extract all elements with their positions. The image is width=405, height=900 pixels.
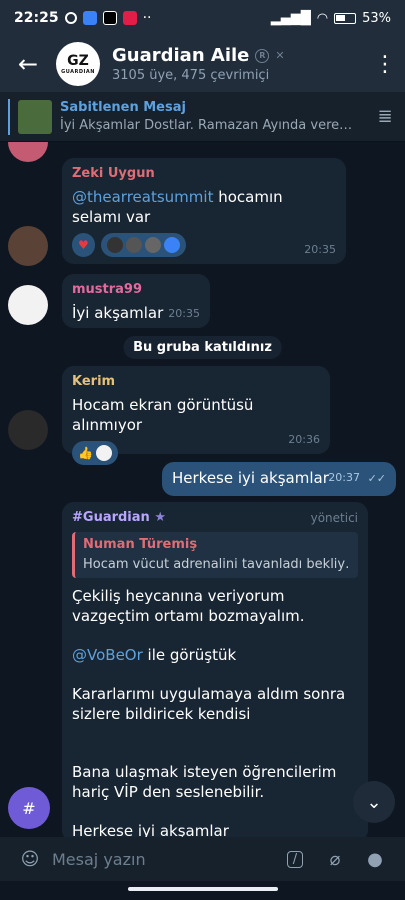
home-indicator	[0, 881, 405, 900]
emoji-button[interactable]: ☺	[10, 839, 50, 879]
message-paragraph: @VoBeOr ile görüştük	[72, 645, 358, 665]
reaction-thumbs-up[interactable]: 👍	[72, 441, 118, 465]
registered-icon: R	[255, 48, 270, 63]
back-button[interactable]: ←	[0, 36, 56, 92]
mute-icon: ✕	[275, 49, 285, 62]
reply-sender: Numan Türemiş	[83, 537, 198, 552]
avatar[interactable]	[8, 226, 48, 266]
group-subtitle: 3105 üye, 475 çevrimiçi	[112, 68, 270, 83]
pinned-text: İyi Akşamlar Dostlar. Ramazan Ayında ver…	[60, 118, 353, 133]
message-time: 20:37	[328, 471, 360, 484]
message-paragraph: Bana ulaşmak isteyen öğrencilerim hariç …	[72, 763, 337, 801]
message-bubble[interactable]: Zeki Uygun @thearreatsummit hocamın sela…	[62, 158, 346, 264]
reply-text: Hocam vücut adrenalini tavanladı bekliy…	[83, 557, 350, 572]
more-options-icon: ⋮	[374, 51, 396, 77]
reactor-avatar	[106, 237, 123, 253]
alarm-icon	[64, 12, 77, 24]
admin-badge: yönetici	[310, 511, 358, 525]
message-sender[interactable]: Kerim	[72, 372, 320, 392]
reactor-avatar	[125, 237, 142, 253]
battery-icon	[334, 12, 357, 24]
emoji-icon: ☺	[20, 848, 40, 870]
battery-percent: 53%	[362, 10, 391, 26]
avatar[interactable]	[8, 142, 48, 162]
status-bar: 22:25 ·· ▂▄▆█ ◠ 53%	[0, 0, 405, 36]
signal-icon: ▂▄▆█	[270, 10, 311, 26]
attach-button[interactable]: ⌀	[315, 839, 355, 879]
more-notifications-icon: ··	[142, 10, 152, 26]
group-avatar[interactable]: GZ GUARDIAN	[56, 42, 100, 86]
hashtag-button[interactable]: #	[8, 787, 50, 829]
back-arrow-icon: ←	[17, 50, 39, 78]
message-paragraph-text: ile görüştük	[142, 646, 237, 664]
read-checkmarks-icon: ✓✓	[367, 472, 386, 485]
pinned-message-bar[interactable]: Sabitlenen Mesaj İyi Akşamlar Dostlar. R…	[0, 92, 405, 142]
message-sender[interactable]: mustra99	[72, 280, 200, 300]
service-message: Bu gruba katıldınız	[123, 336, 282, 359]
header-info[interactable]: Guardian Aile R ✕ 3105 üye, 475 çevrimiç…	[112, 45, 365, 83]
message-time: 20:35	[168, 307, 200, 320]
pinned-title: Sabitlenen Mesaj	[60, 100, 186, 115]
reactor-avatar	[144, 237, 161, 253]
message-paragraph: Herkese iyi akşamlar	[72, 822, 229, 837]
mention-link[interactable]: @VoBeOr	[72, 646, 143, 664]
message-input-bar: ☺ / ⌀ ●	[0, 837, 405, 881]
pinned-list-icon[interactable]: ≣	[365, 106, 405, 127]
message-time: 20:35	[304, 243, 336, 256]
reactor-avatar	[163, 237, 180, 253]
hashtag-icon: #	[22, 798, 36, 818]
status-time: 22:25	[14, 10, 59, 26]
message-sender[interactable]: #Guardian ★ yönetici	[72, 508, 358, 528]
wifi-icon: ◠	[316, 10, 329, 26]
star-icon: ★	[154, 510, 166, 525]
thumbs-up-icon: 👍	[78, 446, 93, 460]
reply-preview[interactable]: Numan Türemiş Hocam vücut adrenalini tav…	[72, 532, 358, 578]
message-bubble[interactable]: mustra99 İyi akşamlar 20:35	[62, 274, 210, 328]
avatar[interactable]	[8, 410, 48, 450]
app-icon	[122, 11, 137, 25]
chat-header: ← GZ GUARDIAN Guardian Aile R ✕ 3105 üye…	[0, 36, 405, 92]
microphone-icon: ●	[367, 848, 383, 870]
chevron-down-icon: ⌄	[366, 791, 382, 813]
group-title: Guardian Aile	[112, 45, 250, 66]
pinned-indicator	[8, 98, 10, 135]
voice-button[interactable]: ●	[355, 839, 395, 879]
slash-icon: /	[286, 850, 304, 868]
paperclip-icon: ⌀	[329, 848, 341, 870]
message-paragraph: Kararlarımı uygulamaya aldım sonra sizle…	[72, 685, 346, 723]
messenger-icon	[82, 11, 97, 25]
more-options-button[interactable]: ⋮	[365, 36, 405, 92]
bot-command-button[interactable]: /	[275, 839, 315, 879]
avatar[interactable]	[8, 285, 48, 325]
message-bubble[interactable]: #Guardian ★ yönetici Numan Türemiş Hocam…	[62, 502, 368, 837]
avatar-brand: GUARDIAN	[61, 68, 95, 75]
reaction-heart[interactable]: ♥	[72, 233, 95, 257]
message-text: Hocam ekran görüntüsü alınmıyor	[72, 396, 254, 434]
message-text: @thearreatsummit hocamın selamı var	[72, 187, 336, 227]
mention-link[interactable]: @thearreatsummit	[72, 188, 213, 206]
home-bar[interactable]	[128, 887, 278, 891]
message-bubble[interactable]: Kerim Hocam ekran görüntüsü alınmıyor 👍 …	[62, 366, 330, 465]
message-list[interactable]: Zeki Uygun @thearreatsummit hocamın sela…	[0, 142, 405, 837]
x-icon	[102, 11, 117, 25]
avatar-letters: GZ	[67, 52, 89, 69]
pinned-thumbnail	[18, 99, 52, 134]
message-input[interactable]	[52, 849, 275, 869]
scroll-down-button[interactable]: ⌄	[353, 781, 395, 823]
sender-name: #Guardian	[72, 510, 150, 525]
reaction-group[interactable]	[100, 233, 186, 257]
message-text: Herkese iyi akşamlar	[172, 469, 329, 487]
outgoing-message-bubble[interactable]: Herkese iyi akşamlar 20:37 ✓✓	[162, 462, 396, 496]
heart-icon: ♥	[78, 238, 89, 252]
reactions: ♥	[72, 233, 336, 257]
message-sender[interactable]: Zeki Uygun	[72, 164, 336, 184]
reactor-avatar	[95, 445, 112, 461]
message-time: 20:36	[288, 433, 320, 446]
message-paragraph: Çekiliş heycanına veriyorum vazgeçtim or…	[72, 587, 305, 625]
